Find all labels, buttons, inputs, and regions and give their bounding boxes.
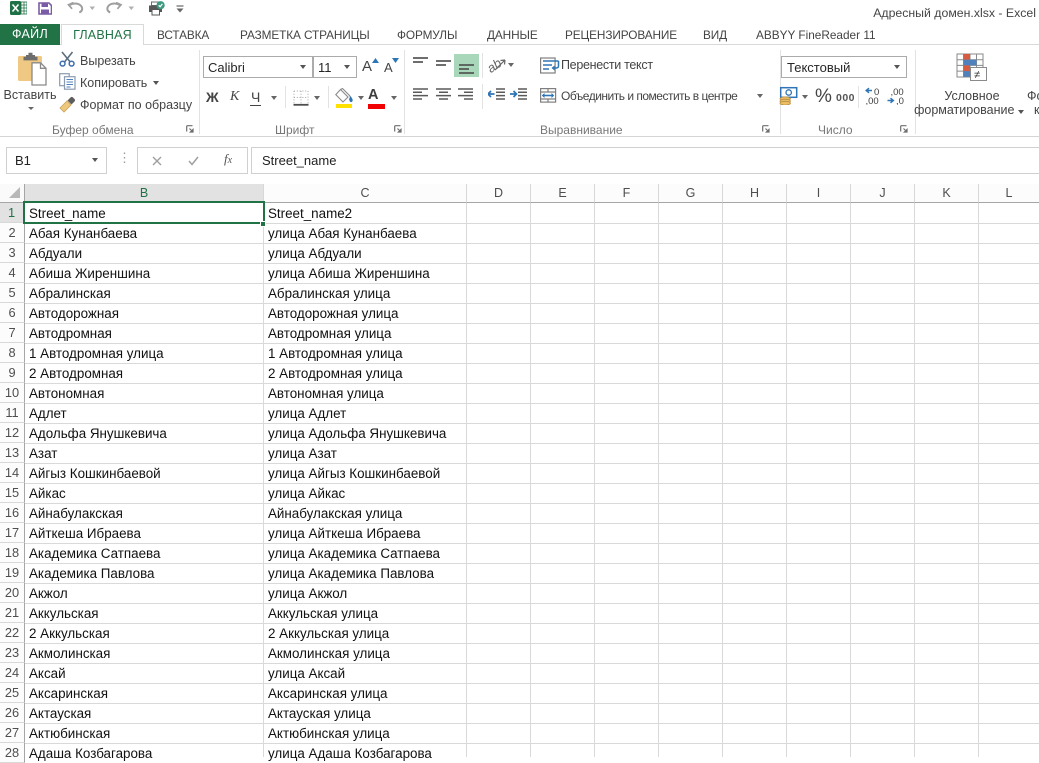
- svg-text:,00: ,00: [866, 96, 879, 105]
- svg-text:≠: ≠: [974, 69, 980, 81]
